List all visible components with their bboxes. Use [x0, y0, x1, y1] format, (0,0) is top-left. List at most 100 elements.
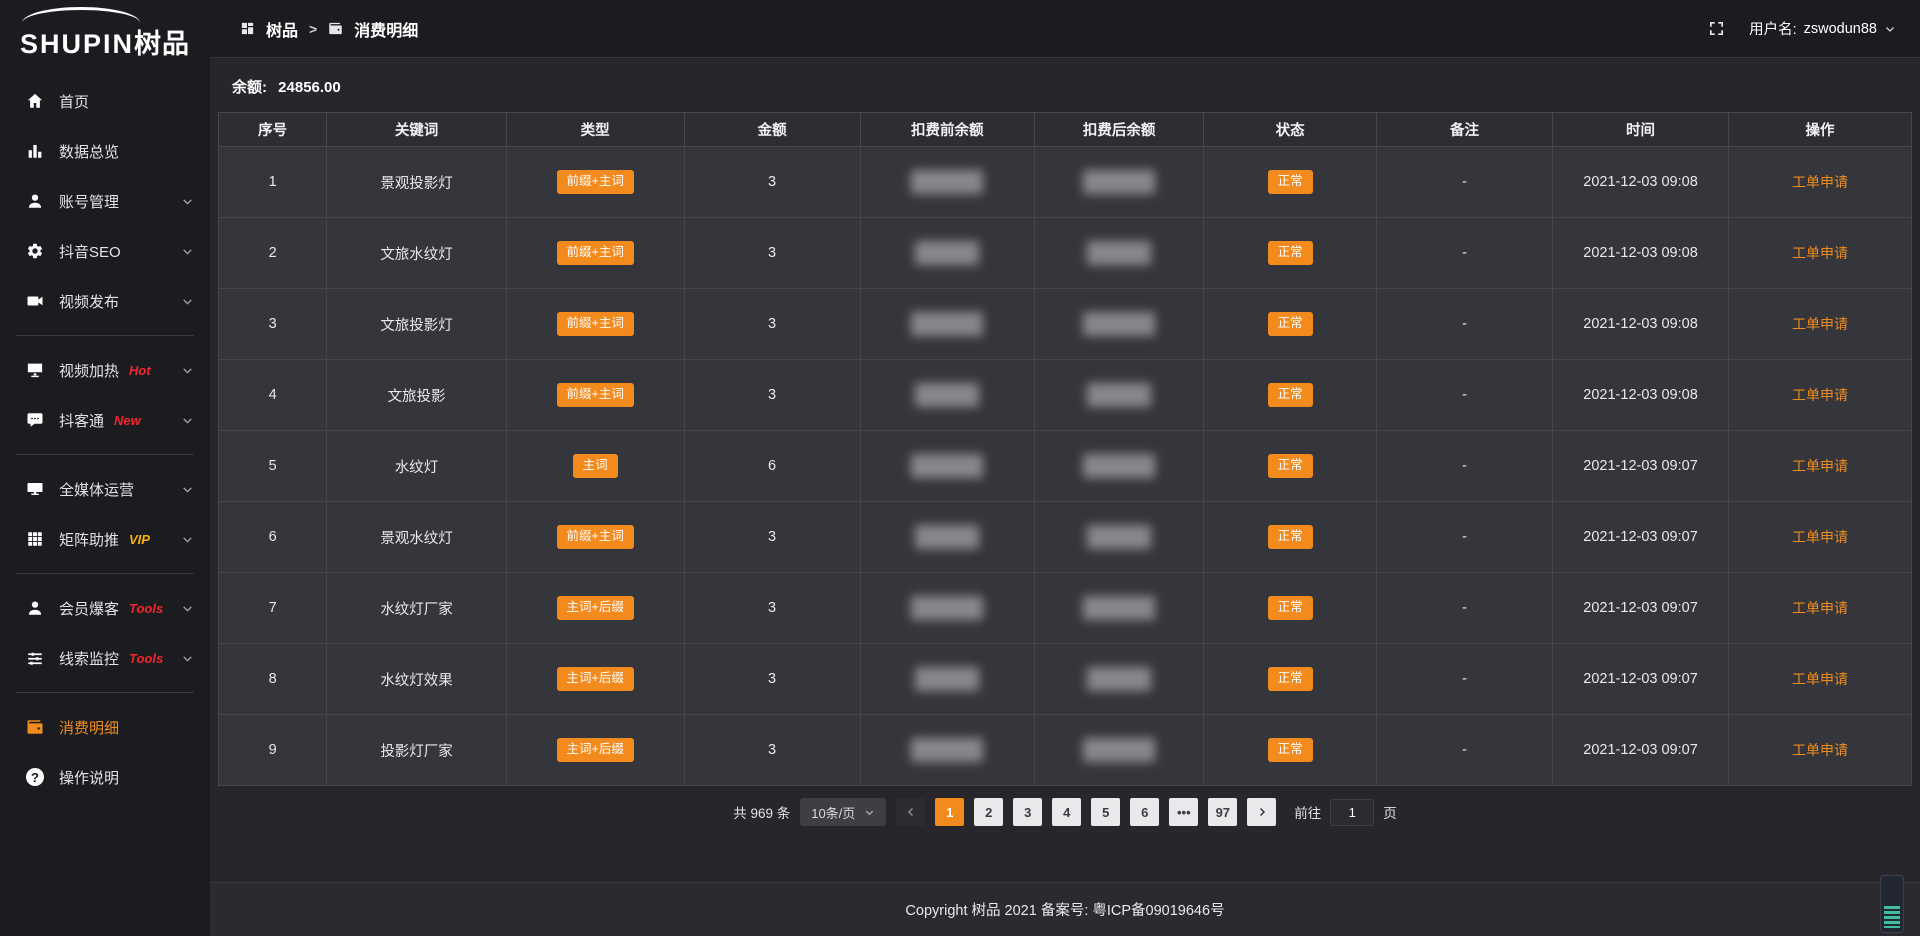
censored-value [911, 596, 983, 620]
work-order-link[interactable]: 工单申请 [1792, 316, 1848, 332]
censored-value [915, 525, 979, 549]
table-row: 8 水纹灯效果 主词+后缀 3 正常 - 2021-12-03 09:07 工单… [219, 644, 1912, 715]
cell-action: 工单申请 [1729, 289, 1912, 360]
sidebar-item-video-publish[interactable]: 视频发布 [0, 276, 210, 326]
work-order-link[interactable]: 工单申请 [1792, 529, 1848, 545]
sidebar-item-consumption-detail[interactable]: 消费明细 [0, 702, 210, 752]
cell-balance-before [860, 218, 1034, 289]
cell-status: 正常 [1204, 715, 1377, 786]
grid-icon [26, 530, 44, 548]
sidebar-item-lead-monitor[interactable]: 线索监控 Tools [0, 633, 210, 683]
censored-value [1083, 312, 1155, 336]
sidebar-item-video-heat[interactable]: 视频加热 Hot [0, 345, 210, 395]
sidebar-item-label: 视频加热 [59, 360, 119, 381]
cell-amount: 3 [684, 360, 860, 431]
censored-value [911, 170, 983, 194]
chevron-down-icon [181, 364, 194, 377]
prev-page-button[interactable] [896, 798, 925, 826]
balance-value: 24856.00 [278, 79, 341, 96]
cell-action: 工单申请 [1729, 573, 1912, 644]
type-badge: 前缀+主词 [557, 312, 634, 336]
sidebar-item-data-overview[interactable]: 数据总览 [0, 126, 210, 176]
cell-keyword: 水纹灯 [327, 431, 506, 502]
type-badge: 前缀+主词 [557, 170, 634, 194]
page-button-1[interactable]: 1 [935, 798, 964, 826]
sidebar-item-matrix-boost[interactable]: 矩阵助推 VIP [0, 514, 210, 564]
work-order-link[interactable]: 工单申请 [1792, 245, 1848, 261]
main-area: 树品 > 消费明细 用户名: zswodun88 余额: 24856.00 [210, 0, 1920, 936]
chevron-down-icon [181, 245, 194, 258]
cell-status: 正常 [1204, 360, 1377, 431]
sidebar-item-instructions[interactable]: ? 操作说明 [0, 752, 210, 802]
breadcrumb-current: 消费明细 [354, 17, 418, 41]
cell-time: 2021-12-03 09:08 [1553, 147, 1729, 218]
cell-index: 7 [219, 573, 327, 644]
cell-remark: - [1376, 147, 1552, 218]
type-badge: 主词 [573, 454, 618, 478]
page-size-select[interactable]: 10条/页 [800, 798, 886, 826]
status-badge: 正常 [1268, 383, 1313, 407]
cell-amount: 3 [684, 289, 860, 360]
sidebar: SHUPIN树品 首页 数据总览 账号管理 抖音SEO 视频发布 [0, 0, 210, 936]
work-order-link[interactable]: 工单申请 [1792, 387, 1848, 403]
screen-icon [26, 361, 44, 379]
cell-index: 9 [219, 715, 327, 786]
sidebar-item-member-burst[interactable]: 会员爆客 Tools [0, 583, 210, 633]
user-menu[interactable]: 用户名: zswodun88 [1749, 18, 1896, 39]
goto-label: 前往 [1294, 802, 1321, 822]
sidebar-item-home[interactable]: 首页 [0, 76, 210, 126]
sidebar-item-douyin-seo[interactable]: 抖音SEO [0, 226, 210, 276]
balance-line: 余额: 24856.00 [218, 76, 1912, 97]
work-order-link[interactable]: 工单申请 [1792, 174, 1848, 190]
work-order-link[interactable]: 工单申请 [1792, 742, 1848, 758]
cell-time: 2021-12-03 09:08 [1553, 289, 1729, 360]
footer: Copyright 树品 2021 备案号: 粤ICP备09019646号 [210, 882, 1920, 936]
breadcrumb-home[interactable]: 树品 [266, 17, 298, 41]
fullscreen-icon[interactable] [1708, 20, 1725, 37]
page-button-3[interactable]: 3 [1013, 798, 1042, 826]
work-order-link[interactable]: 工单申请 [1792, 600, 1848, 616]
cell-remark: - [1376, 644, 1552, 715]
page-button-5[interactable]: 5 [1091, 798, 1120, 826]
logo-text: SHUPIN树品 [20, 22, 210, 61]
sidebar-item-label: 会员爆客 [59, 598, 119, 619]
more-pages-button[interactable]: ••• [1169, 798, 1198, 826]
col-keyword: 关键词 [327, 113, 506, 147]
next-page-button[interactable] [1247, 798, 1276, 826]
table-row: 3 文旅投影灯 前缀+主词 3 正常 - 2021-12-03 09:08 工单… [219, 289, 1912, 360]
cell-balance-after [1034, 218, 1203, 289]
chevron-down-icon [181, 195, 194, 208]
new-tag: New [114, 413, 141, 428]
content: 余额: 24856.00 序号 关键词 类型 金额 扣费前余额 扣费后余额 状态… [210, 58, 1920, 826]
page-button-97[interactable]: 97 [1208, 798, 1237, 826]
cell-keyword: 景观水纹灯 [327, 502, 506, 573]
cell-balance-before [860, 431, 1034, 502]
cell-time: 2021-12-03 09:07 [1553, 431, 1729, 502]
sidebar-item-account[interactable]: 账号管理 [0, 176, 210, 226]
sidebar-item-all-media[interactable]: 全媒体运营 [0, 464, 210, 514]
wallet-icon [328, 21, 343, 36]
col-remark: 备注 [1376, 113, 1552, 147]
work-order-link[interactable]: 工单申请 [1792, 671, 1848, 687]
status-badge: 正常 [1268, 525, 1313, 549]
censored-value [1087, 241, 1151, 265]
cell-time: 2021-12-03 09:07 [1553, 573, 1729, 644]
page-button-6[interactable]: 6 [1130, 798, 1159, 826]
cell-action: 工单申请 [1729, 218, 1912, 289]
page-button-2[interactable]: 2 [974, 798, 1003, 826]
cell-action: 工单申请 [1729, 644, 1912, 715]
chevron-down-icon [181, 483, 194, 496]
cell-status: 正常 [1204, 431, 1377, 502]
caret-down-icon [1884, 23, 1896, 35]
top-bar: 树品 > 消费明细 用户名: zswodun88 [210, 0, 1920, 58]
goto-page-input[interactable] [1330, 799, 1374, 826]
sidebar-item-label: 数据总览 [59, 141, 119, 162]
floating-widget[interactable] [1880, 875, 1904, 933]
page-button-4[interactable]: 4 [1052, 798, 1081, 826]
cell-balance-after [1034, 289, 1203, 360]
sidebar-item-douketong[interactable]: 抖客通 New [0, 395, 210, 445]
cell-status: 正常 [1204, 147, 1377, 218]
type-badge: 前缀+主词 [557, 525, 634, 549]
work-order-link[interactable]: 工单申请 [1792, 458, 1848, 474]
cell-index: 6 [219, 502, 327, 573]
